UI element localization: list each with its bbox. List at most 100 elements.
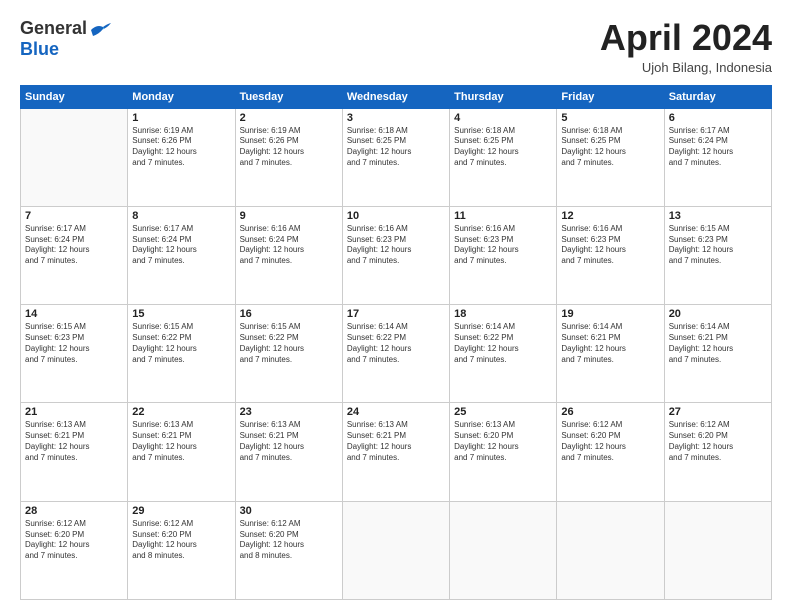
cell-line: Sunset: 6:26 PM [132, 136, 230, 147]
cell-line: Daylight: 12 hours [561, 147, 659, 158]
cell-info-text: Sunrise: 6:15 AMSunset: 6:23 PMDaylight:… [25, 322, 123, 365]
cell-line: Sunrise: 6:14 AM [669, 322, 767, 333]
cell-line: Sunset: 6:20 PM [454, 431, 552, 442]
col-sunday: Sunday [21, 85, 128, 108]
cell-line: and 7 minutes. [25, 355, 123, 366]
calendar-week-row: 21Sunrise: 6:13 AMSunset: 6:21 PMDayligh… [21, 403, 772, 501]
day-number: 28 [25, 505, 123, 517]
cell-line: Sunset: 6:22 PM [240, 333, 338, 344]
calendar-cell: 28Sunrise: 6:12 AMSunset: 6:20 PMDayligh… [21, 501, 128, 599]
logo-general-text: General [20, 18, 87, 39]
cell-line: Sunrise: 6:16 AM [454, 224, 552, 235]
cell-line: Sunset: 6:25 PM [561, 136, 659, 147]
page: General Blue April 2024 Ujoh Bilang, Ind… [0, 0, 792, 612]
cell-line: Sunset: 6:24 PM [669, 136, 767, 147]
cell-line: and 7 minutes. [240, 355, 338, 366]
cell-line: Sunset: 6:23 PM [561, 235, 659, 246]
calendar-week-row: 7Sunrise: 6:17 AMSunset: 6:24 PMDaylight… [21, 206, 772, 304]
calendar-cell: 23Sunrise: 6:13 AMSunset: 6:21 PMDayligh… [235, 403, 342, 501]
calendar-cell [450, 501, 557, 599]
calendar-cell: 10 Sunrise: 6:16 AMSunset: 6:23 PMDayligh… [342, 206, 449, 304]
days-of-week-row: Sunday Monday Tuesday Wednesday Thursday… [21, 85, 772, 108]
calendar-cell: 16 Sunrise: 6:15 AMSunset: 6:22 PMDayligh… [235, 305, 342, 403]
col-thursday: Thursday [450, 85, 557, 108]
cell-line: Sunrise: 6:14 AM [454, 322, 552, 333]
cell-info-text: Sunrise: 6:12 AMSunset: 6:20 PMDaylight:… [240, 519, 338, 562]
cell-line: Sunrise: 6:17 AM [25, 224, 123, 235]
cell-line: Sunrise: 6:15 AM [669, 224, 767, 235]
cell-line: Sunset: 6:23 PM [347, 235, 445, 246]
cell-line: and 7 minutes. [132, 355, 230, 366]
cell-line: Sunset: 6:22 PM [347, 333, 445, 344]
cell-line: Daylight: 12 hours [669, 147, 767, 158]
cell-info-text: Sunrise: 6:16 AMSunset: 6:23 PMDaylight:… [347, 224, 445, 267]
cell-line: Sunset: 6:20 PM [561, 431, 659, 442]
day-number: 10 [347, 210, 445, 222]
cell-line: and 7 minutes. [454, 158, 552, 169]
cell-line: Sunrise: 6:12 AM [25, 519, 123, 530]
header: General Blue April 2024 Ujoh Bilang, Ind… [20, 18, 772, 75]
cell-line: Sunset: 6:21 PM [240, 431, 338, 442]
cell-line: Sunrise: 6:19 AM [132, 126, 230, 137]
cell-line: Daylight: 12 hours [240, 245, 338, 256]
cell-info-text: Sunrise: 6:12 AMSunset: 6:20 PMDaylight:… [669, 420, 767, 463]
cell-line: Daylight: 12 hours [454, 147, 552, 158]
calendar-cell: 9Sunrise: 6:16 AMSunset: 6:24 PMDaylight… [235, 206, 342, 304]
cell-line: Daylight: 12 hours [669, 245, 767, 256]
day-number: 24 [347, 406, 445, 418]
day-number: 18 [454, 308, 552, 320]
cell-line: Daylight: 12 hours [132, 344, 230, 355]
cell-line: and 7 minutes. [669, 158, 767, 169]
cell-info-text: Sunrise: 6:16 AMSunset: 6:24 PMDaylight:… [240, 224, 338, 267]
cell-info-text: Sunrise: 6:15 AMSunset: 6:22 PMDaylight:… [240, 322, 338, 365]
cell-line: Daylight: 12 hours [25, 344, 123, 355]
cell-line: and 7 minutes. [561, 453, 659, 464]
cell-line: Sunset: 6:25 PM [454, 136, 552, 147]
cell-line: Daylight: 12 hours [347, 245, 445, 256]
day-number: 21 [25, 406, 123, 418]
cell-line: Daylight: 12 hours [132, 540, 230, 551]
cell-info-text: Sunrise: 6:17 AMSunset: 6:24 PMDaylight:… [25, 224, 123, 267]
col-tuesday: Tuesday [235, 85, 342, 108]
day-number: 8 [132, 210, 230, 222]
cell-line: Sunset: 6:26 PM [240, 136, 338, 147]
cell-info-text: Sunrise: 6:14 AMSunset: 6:21 PMDaylight:… [669, 322, 767, 365]
cell-info-text: Sunrise: 6:18 AMSunset: 6:25 PMDaylight:… [347, 126, 445, 169]
day-number: 30 [240, 505, 338, 517]
calendar-week-row: 28Sunrise: 6:12 AMSunset: 6:20 PMDayligh… [21, 501, 772, 599]
cell-line: Sunrise: 6:13 AM [454, 420, 552, 431]
calendar-cell: 29Sunrise: 6:12 AMSunset: 6:20 PMDayligh… [128, 501, 235, 599]
cell-line: Sunset: 6:20 PM [25, 530, 123, 541]
cell-line: and 7 minutes. [454, 256, 552, 267]
calendar-table: Sunday Monday Tuesday Wednesday Thursday… [20, 85, 772, 600]
cell-line: Daylight: 12 hours [25, 442, 123, 453]
cell-line: and 7 minutes. [454, 355, 552, 366]
cell-line: Sunset: 6:25 PM [347, 136, 445, 147]
cell-line: Daylight: 12 hours [669, 344, 767, 355]
cell-line: and 7 minutes. [454, 453, 552, 464]
calendar-week-row: 1Sunrise: 6:19 AMSunset: 6:26 PMDaylight… [21, 108, 772, 206]
day-number: 15 [132, 308, 230, 320]
day-number: 2 [240, 112, 338, 124]
calendar-cell: 6Sunrise: 6:17 AMSunset: 6:24 PMDaylight… [664, 108, 771, 206]
cell-line: and 7 minutes. [240, 256, 338, 267]
calendar-cell: 3Sunrise: 6:18 AMSunset: 6:25 PMDaylight… [342, 108, 449, 206]
cell-line: Sunrise: 6:16 AM [347, 224, 445, 235]
cell-line: Sunset: 6:20 PM [669, 431, 767, 442]
day-number: 14 [25, 308, 123, 320]
cell-info-text: Sunrise: 6:13 AMSunset: 6:21 PMDaylight:… [132, 420, 230, 463]
cell-info-text: Sunrise: 6:13 AMSunset: 6:21 PMDaylight:… [347, 420, 445, 463]
calendar-cell: 25Sunrise: 6:13 AMSunset: 6:20 PMDayligh… [450, 403, 557, 501]
cell-line: Daylight: 12 hours [240, 540, 338, 551]
day-number: 16 [240, 308, 338, 320]
calendar-cell: 15Sunrise: 6:15 AMSunset: 6:22 PMDayligh… [128, 305, 235, 403]
cell-info-text: Sunrise: 6:18 AMSunset: 6:25 PMDaylight:… [454, 126, 552, 169]
cell-line: Sunrise: 6:12 AM [132, 519, 230, 530]
calendar-cell [664, 501, 771, 599]
cell-line: Sunrise: 6:16 AM [240, 224, 338, 235]
logo-bird-icon [89, 22, 111, 38]
calendar-cell: 21Sunrise: 6:13 AMSunset: 6:21 PMDayligh… [21, 403, 128, 501]
cell-line: Sunset: 6:23 PM [454, 235, 552, 246]
cell-line: Sunrise: 6:13 AM [132, 420, 230, 431]
calendar-cell: 24 Sunrise: 6:13 AMSunset: 6:21 PMDayligh… [342, 403, 449, 501]
